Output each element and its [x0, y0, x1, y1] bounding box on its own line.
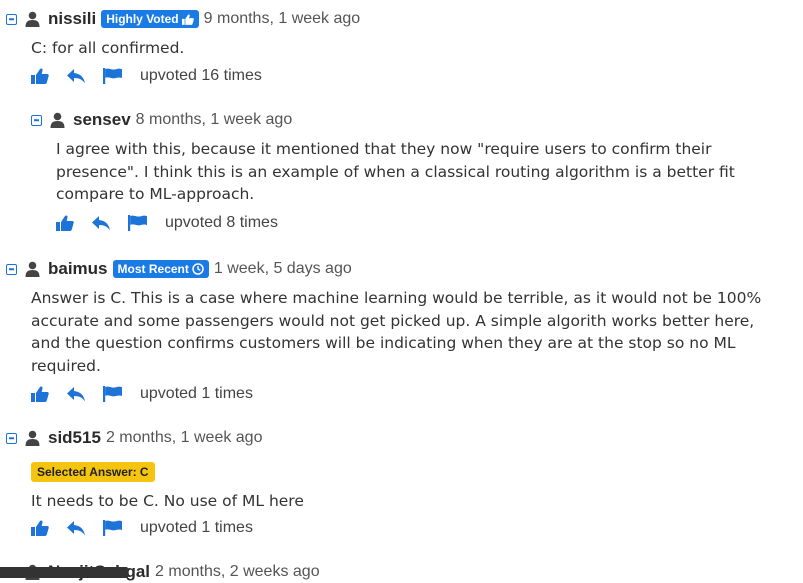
comment-text: It needs to be C. No use of ML here [31, 492, 304, 510]
user-icon [25, 11, 40, 27]
thumbs-up-icon [181, 14, 194, 25]
upvote-count: upvoted 1 times [140, 385, 253, 402]
user-icon [25, 261, 40, 277]
upvote-button[interactable] [31, 68, 49, 84]
upvote-button[interactable] [31, 386, 49, 402]
username[interactable]: nissili [48, 9, 96, 29]
user-icon [25, 430, 40, 446]
most-recent-badge: Most Recent [112, 260, 209, 278]
timestamp: 8 months, 1 week ago [135, 111, 293, 128]
status-tooltip-bar [0, 567, 128, 578]
report-button[interactable] [128, 215, 148, 231]
username[interactable]: sid515 [48, 428, 101, 448]
thumbs-up-icon [31, 520, 49, 536]
comment-actions: upvoted 16 times [31, 66, 262, 86]
username[interactable]: sensev [73, 110, 131, 130]
upvote-count: upvoted 16 times [140, 67, 262, 84]
username[interactable]: baimus [48, 259, 108, 279]
comment-header: nissili Highly Voted 9 months, 1 week ag… [6, 8, 360, 30]
collapse-icon[interactable] [6, 13, 17, 25]
thumbs-up-icon [31, 386, 49, 402]
flag-icon [103, 520, 123, 536]
comment-header: sid515 2 months, 1 week ago [6, 427, 262, 449]
report-button[interactable] [103, 520, 123, 536]
flag-icon [103, 386, 123, 402]
collapse-icon[interactable] [6, 263, 17, 275]
thumbs-up-icon [31, 68, 49, 84]
collapse-icon[interactable] [6, 432, 17, 444]
comment-actions: upvoted 1 times [31, 384, 253, 404]
comment-text: Answer is C. This is a case where machin… [31, 289, 762, 375]
collapse-icon[interactable] [31, 114, 42, 126]
comment-actions: upvoted 1 times [31, 518, 253, 538]
reply-button[interactable] [91, 215, 111, 231]
reply-icon [91, 215, 111, 231]
highly-voted-badge: Highly Voted [101, 10, 199, 28]
flag-icon [103, 68, 123, 84]
comment-actions: upvoted 8 times [56, 213, 278, 233]
selected-answer-badge: Selected Answer: C [31, 462, 155, 482]
upvote-button[interactable] [31, 520, 49, 536]
reply-button[interactable] [66, 68, 86, 84]
reply-button[interactable] [66, 386, 86, 402]
report-button[interactable] [103, 386, 123, 402]
upvote-count: upvoted 8 times [165, 214, 278, 231]
badge-label: Most Recent [117, 262, 189, 276]
upvote-count: upvoted 1 times [140, 519, 253, 536]
comment-header: baimus Most Recent 1 week, 5 days ago [6, 258, 352, 280]
comment-text: I agree with this, because it mentioned … [56, 140, 735, 203]
reply-button[interactable] [66, 520, 86, 536]
thumbs-up-icon [56, 215, 74, 231]
clock-icon [192, 263, 204, 275]
user-icon [50, 112, 65, 128]
flag-icon [128, 215, 148, 231]
badge-label: Highly Voted [106, 12, 179, 26]
timestamp: 2 months, 2 weeks ago [155, 563, 320, 580]
reply-icon [66, 386, 86, 402]
comment-text: C: for all confirmed. [31, 39, 185, 57]
report-button[interactable] [103, 68, 123, 84]
timestamp: 9 months, 1 week ago [203, 10, 361, 27]
timestamp: 1 week, 5 days ago [213, 260, 352, 277]
timestamp: 2 months, 1 week ago [105, 429, 263, 446]
reply-icon [66, 520, 86, 536]
reply-icon [66, 68, 86, 84]
upvote-button[interactable] [56, 215, 74, 231]
comment-header: sensev 8 months, 1 week ago [31, 109, 292, 131]
